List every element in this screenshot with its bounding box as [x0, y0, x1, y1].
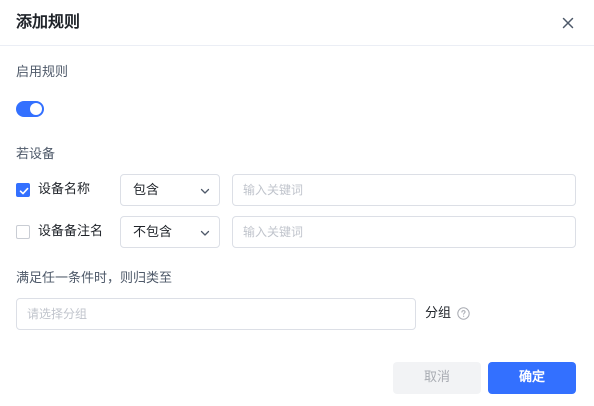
add-rule-dialog: 添加规则 启用规则 若设备 设备名称 包含 设备备注名 不包含	[0, 0, 594, 406]
dialog-title: 添加规则	[16, 12, 81, 31]
cancel-button[interactable]: 取消	[393, 362, 481, 394]
device-name-operator-select[interactable]: 包含	[120, 174, 220, 206]
device-remark-keyword-input[interactable]	[232, 216, 576, 248]
question-circle-icon[interactable]	[457, 307, 470, 320]
device-remark-operator-select[interactable]: 不包含	[120, 216, 220, 248]
device-name-checkbox[interactable]	[16, 183, 30, 197]
check-icon	[19, 187, 29, 195]
group-select-input[interactable]	[16, 298, 416, 330]
device-remark-checkbox[interactable]	[16, 225, 30, 239]
close-button[interactable]	[558, 13, 578, 33]
enable-rule-switch[interactable]	[16, 101, 44, 117]
assign-label: 满足任一条件时，则归类至	[16, 271, 173, 286]
operator-value: 不包含	[133, 225, 173, 240]
enable-rule-label: 启用规则	[16, 65, 69, 80]
dialog-header: 添加规则	[0, 0, 594, 46]
chevron-down-icon	[200, 188, 210, 194]
group-suffix-label: 分组	[425, 306, 452, 321]
close-icon	[562, 17, 574, 29]
device-name-keyword-input[interactable]	[232, 174, 576, 206]
condition-label: 若设备	[16, 147, 56, 162]
operator-value: 包含	[133, 183, 160, 198]
device-remark-label: 设备备注名	[38, 224, 104, 239]
switch-knob	[30, 103, 42, 115]
confirm-button[interactable]: 确定	[488, 362, 576, 394]
chevron-down-icon	[200, 230, 210, 236]
condition-row-device-name: 设备名称 包含	[16, 174, 576, 206]
device-name-label: 设备名称	[38, 182, 91, 197]
condition-row-device-remark: 设备备注名 不包含	[16, 216, 576, 248]
